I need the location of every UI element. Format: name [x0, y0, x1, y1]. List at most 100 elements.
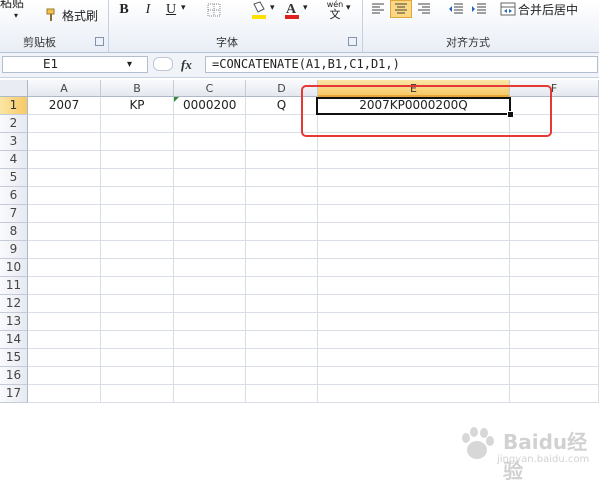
row-header-17[interactable]: 17	[0, 385, 28, 403]
row-header-15[interactable]: 15	[0, 349, 28, 367]
row-header-11[interactable]: 11	[0, 277, 28, 295]
grid-cell[interactable]	[174, 205, 246, 223]
grid-cell[interactable]	[510, 313, 599, 331]
grid-cell[interactable]	[174, 277, 246, 295]
cell-b1[interactable]: KP	[101, 97, 174, 115]
grid-cell[interactable]	[246, 151, 318, 169]
row-header-1[interactable]: 1	[0, 97, 28, 115]
grid-cell[interactable]	[28, 367, 101, 385]
grid-cell[interactable]	[101, 151, 174, 169]
increase-indent-button[interactable]	[470, 0, 488, 18]
row-header-6[interactable]: 6	[0, 187, 28, 205]
grid-cell[interactable]	[246, 349, 318, 367]
paste-button-label[interactable]: 粘贴	[0, 0, 24, 11]
grid-cell[interactable]	[101, 133, 174, 151]
row-header-3[interactable]: 3	[0, 133, 28, 151]
grid-cell[interactable]	[246, 259, 318, 277]
column-header-b[interactable]: B	[101, 80, 174, 97]
grid-cell[interactable]	[246, 385, 318, 403]
row-header-8[interactable]: 8	[0, 223, 28, 241]
grid-cell[interactable]	[101, 277, 174, 295]
align-center-button[interactable]	[390, 0, 412, 18]
name-box[interactable]: E1 ▾	[2, 56, 148, 73]
grid-cell[interactable]	[174, 367, 246, 385]
grid-cell[interactable]	[28, 187, 101, 205]
grid-cell[interactable]	[318, 223, 510, 241]
grid-cell[interactable]	[510, 367, 599, 385]
grid-cell[interactable]	[246, 187, 318, 205]
row-header-13[interactable]: 13	[0, 313, 28, 331]
column-header-c[interactable]: C	[174, 80, 246, 97]
grid-cell[interactable]	[318, 385, 510, 403]
font-launcher-icon[interactable]	[348, 37, 357, 46]
clipboard-launcher-icon[interactable]	[95, 37, 104, 46]
grid-cell[interactable]	[510, 151, 599, 169]
grid-cell[interactable]	[101, 367, 174, 385]
grid-cell[interactable]	[101, 205, 174, 223]
grid-cell[interactable]	[246, 277, 318, 295]
row-header-10[interactable]: 10	[0, 259, 28, 277]
grid-cell[interactable]	[101, 331, 174, 349]
cell-a1[interactable]: 2007	[28, 97, 101, 115]
align-right-button[interactable]	[415, 0, 433, 18]
row-header-5[interactable]: 5	[0, 169, 28, 187]
grid-cell[interactable]	[318, 295, 510, 313]
grid-cell[interactable]	[246, 241, 318, 259]
cell-c1[interactable]: 0000200	[174, 97, 246, 115]
grid-cell[interactable]	[246, 331, 318, 349]
grid-cell[interactable]	[510, 187, 599, 205]
decrease-indent-button[interactable]	[447, 0, 465, 18]
grid-cell[interactable]	[101, 313, 174, 331]
row-header-2[interactable]: 2	[0, 115, 28, 133]
row-header-16[interactable]: 16	[0, 367, 28, 385]
underline-button[interactable]: U	[163, 1, 179, 19]
grid-cell[interactable]	[28, 349, 101, 367]
grid-cell[interactable]	[28, 313, 101, 331]
grid-cell[interactable]	[101, 295, 174, 313]
grid-cell[interactable]	[28, 223, 101, 241]
grid-cell[interactable]	[318, 205, 510, 223]
grid-cell[interactable]	[28, 277, 101, 295]
grid-cell[interactable]	[510, 169, 599, 187]
grid-cell[interactable]	[510, 349, 599, 367]
grid-cell[interactable]	[28, 295, 101, 313]
grid-cell[interactable]	[510, 277, 599, 295]
grid-cell[interactable]	[101, 187, 174, 205]
italic-button[interactable]: I	[140, 1, 156, 19]
grid-cell[interactable]	[510, 295, 599, 313]
fill-color-dropdown-icon[interactable]: ▾	[270, 3, 275, 13]
grid-cell[interactable]	[174, 187, 246, 205]
grid-cell[interactable]	[318, 187, 510, 205]
grid-cell[interactable]	[28, 331, 101, 349]
grid-cell[interactable]	[510, 241, 599, 259]
grid-cell[interactable]	[101, 169, 174, 187]
phonetic-dropdown-icon[interactable]: ▾	[346, 3, 351, 13]
grid-cell[interactable]	[318, 241, 510, 259]
grid-cell[interactable]	[246, 313, 318, 331]
grid-cell[interactable]	[28, 133, 101, 151]
grid-cell[interactable]	[174, 349, 246, 367]
grid-cell[interactable]	[318, 313, 510, 331]
grid-cell[interactable]	[246, 367, 318, 385]
row-header-4[interactable]: 4	[0, 151, 28, 169]
paste-dropdown-icon[interactable]: ▾	[14, 11, 18, 20]
grid-cell[interactable]	[174, 151, 246, 169]
grid-cell[interactable]	[510, 205, 599, 223]
grid-cell[interactable]	[28, 241, 101, 259]
grid-cell[interactable]	[510, 259, 599, 277]
grid-cell[interactable]	[28, 259, 101, 277]
grid-cell[interactable]	[510, 385, 599, 403]
grid-cell[interactable]	[318, 349, 510, 367]
grid-cell[interactable]	[318, 169, 510, 187]
grid-cell[interactable]	[246, 223, 318, 241]
grid-cell[interactable]	[510, 223, 599, 241]
grid-cell[interactable]	[101, 259, 174, 277]
grid-cell[interactable]	[318, 259, 510, 277]
grid-cell[interactable]	[101, 349, 174, 367]
insert-function-icon[interactable]: fx	[181, 57, 192, 73]
grid-cell[interactable]	[318, 331, 510, 349]
name-box-dropdown-icon[interactable]: ▾	[127, 57, 132, 72]
row-header-7[interactable]: 7	[0, 205, 28, 223]
grid-cell[interactable]	[28, 151, 101, 169]
grid-cell[interactable]	[101, 385, 174, 403]
